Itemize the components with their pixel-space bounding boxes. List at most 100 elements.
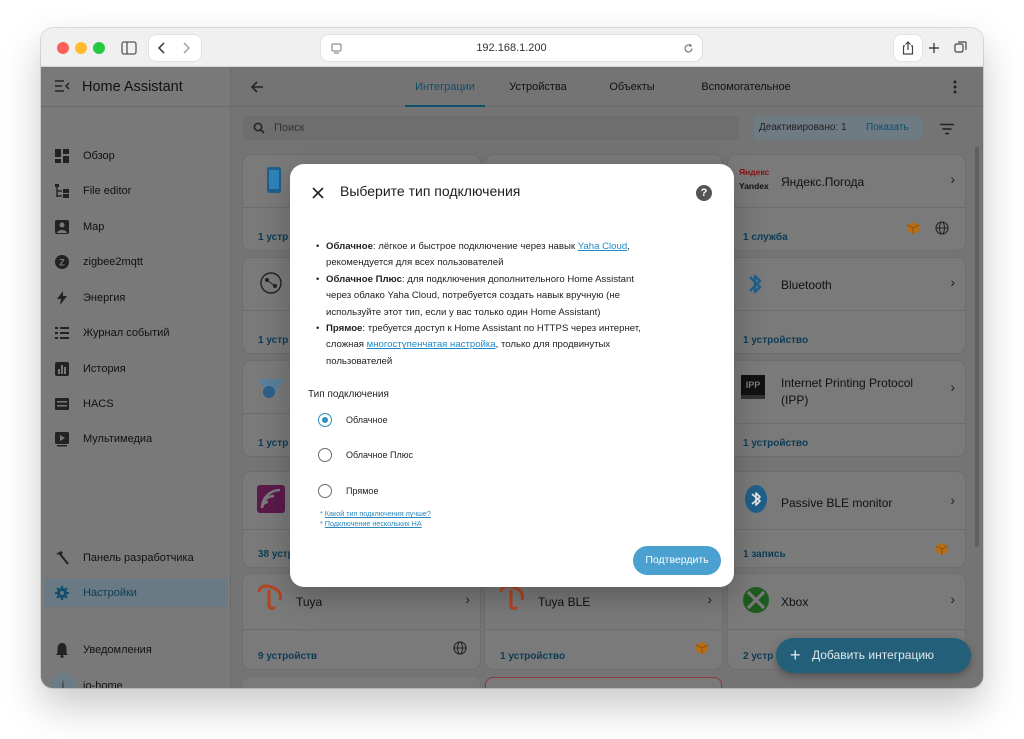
sidebar-item-map[interactable]: Map <box>44 213 228 241</box>
app-title: Home Assistant <box>82 79 183 95</box>
sidebar-item-logbook[interactable]: Журнал событий <box>44 319 228 347</box>
card-footer-link[interactable]: 1 устройство <box>743 438 808 449</box>
bluetooth-badge-icon <box>745 485 767 513</box>
top-bar: Интеграции Устройства Объекты Вспомогате… <box>231 67 983 107</box>
page-settings-icon[interactable] <box>331 35 342 64</box>
more-vertical-icon[interactable] <box>953 80 957 99</box>
chevron-right-icon[interactable]: › <box>950 379 955 395</box>
radio-label-cloud[interactable]: Облачное <box>346 415 387 425</box>
card-footer-link[interactable]: 1 устр <box>258 438 288 449</box>
sidebar-item-zigbee2mqtt[interactable]: Z zigbee2mqtt <box>44 248 228 276</box>
integration-card-ipp[interactable]: IPP Internet Printing Protocol (IPP) › 1… <box>728 361 965 456</box>
radio-direct[interactable] <box>318 484 332 498</box>
close-icon[interactable] <box>312 186 324 204</box>
zoom-window-button[interactable] <box>93 42 105 54</box>
search-input[interactable]: Поиск <box>243 116 739 140</box>
new-tab-icon[interactable] <box>924 35 944 61</box>
integration-card-bluetooth[interactable]: Bluetooth › 1 устройство <box>728 258 965 353</box>
multistep-setup-link[interactable]: многоступенчатая настройка <box>367 339 496 350</box>
tab-integrations[interactable]: Интеграции <box>405 67 485 107</box>
bell-icon <box>56 643 68 658</box>
card-footer-link[interactable]: 1 устройство <box>743 335 808 346</box>
radio-label-cloud-plus[interactable]: Облачное Плюс <box>346 450 413 460</box>
card-footer-link[interactable]: 38 устр <box>258 549 294 560</box>
dialog-title: Выберите тип подключения <box>340 183 521 199</box>
help-icon[interactable]: ? <box>696 185 712 201</box>
radio-label-direct[interactable]: Прямое <box>346 486 378 496</box>
cloud-service-cube-icon <box>906 222 920 234</box>
sidebar-item-settings[interactable]: Настройки <box>44 579 228 607</box>
tab-helpers[interactable]: Вспомогательное <box>696 67 796 107</box>
chevron-right-icon[interactable]: › <box>950 171 955 187</box>
menu-icon[interactable] <box>54 79 70 98</box>
tab-entities[interactable]: Объекты <box>604 67 660 107</box>
browser-toolbar: 192.168.1.200 <box>41 28 983 67</box>
chevron-right-icon[interactable]: › <box>950 492 955 508</box>
hammer-icon <box>56 551 69 565</box>
filter-icon[interactable] <box>940 122 954 140</box>
back-arrow-icon[interactable] <box>157 35 167 62</box>
chevron-right-icon[interactable]: › <box>465 591 470 607</box>
integration-card-passive-ble[interactable]: Passive BLE monitor › 1 запись <box>728 472 965 567</box>
forward-arrow-icon[interactable] <box>181 35 191 62</box>
integration-card-tuya[interactable]: Tuya › 9 устройств <box>243 574 480 669</box>
sidebar-toggle-icon[interactable] <box>117 35 141 61</box>
sidebar-item-hacs[interactable]: HACS <box>44 390 228 418</box>
back-arrow-icon[interactable] <box>250 80 264 99</box>
address-bar[interactable]: 192.168.1.200 <box>321 35 702 61</box>
card-footer-link[interactable]: 1 устр <box>258 335 288 346</box>
sidebar-item-label: Энергия <box>83 292 126 304</box>
history-chart-icon <box>55 362 69 376</box>
connection-types-description: Облачное: лёгкое и быстрое подключение ч… <box>310 239 710 370</box>
card-footer-link[interactable]: 2 устр <box>743 651 773 662</box>
plus-icon: + <box>790 645 801 665</box>
card-title: Tuya <box>296 595 323 609</box>
minimize-window-button[interactable] <box>75 42 87 54</box>
confirm-button[interactable]: Подтвердить <box>633 546 721 575</box>
chevron-right-icon[interactable]: › <box>950 274 955 290</box>
gear-icon <box>55 586 69 600</box>
radio-cloud-plus[interactable] <box>318 448 332 462</box>
integration-card-tuya-ble[interactable]: Tuya BLE › 1 устройство <box>485 574 722 669</box>
mobile-app-icon <box>267 167 281 193</box>
card-footer-link[interactable]: 1 устр <box>258 232 288 243</box>
card-title: Bluetooth <box>781 278 832 292</box>
sidebar-item-dev-tools[interactable]: Панель разработчика <box>44 544 228 572</box>
sidebar-item-label: Панель разработчика <box>83 552 194 564</box>
sidebar-item-file-editor[interactable]: File editor <box>44 177 228 205</box>
sidebar-item-label: Уведомления <box>83 644 152 656</box>
close-window-button[interactable] <box>57 42 69 54</box>
card-footer-link[interactable]: 1 устройство <box>500 651 565 662</box>
add-integration-label: Добавить интеграцию <box>812 648 935 662</box>
sidebar-item-overview[interactable]: Обзор <box>44 142 228 170</box>
sidebar-item-label: Мультимедиа <box>83 433 153 445</box>
help-link-best-type[interactable]: * Какой тип подключения лучше? <box>320 509 431 518</box>
sidebar-item-history[interactable]: История <box>44 355 228 383</box>
avatar: i <box>50 673 76 688</box>
show-deactivated-button[interactable]: Показать <box>866 116 909 140</box>
scrollbar[interactable] <box>975 147 979 547</box>
reload-icon[interactable] <box>683 35 694 64</box>
tab-devices[interactable]: Устройства <box>503 67 573 107</box>
share-icon[interactable] <box>894 35 922 61</box>
yaha-cloud-link[interactable]: Yaha Cloud <box>578 241 627 252</box>
sidebar-item-user[interactable]: i io-home <box>44 672 228 688</box>
card-footer-link[interactable]: 9 устройств <box>258 651 317 662</box>
sidebar-item-notifications[interactable]: Уведомления <box>44 636 228 664</box>
sidebar-item-media[interactable]: Мультимедиа <box>44 425 228 453</box>
help-link-multiple-ha[interactable]: * Подключение нескольких НА <box>320 519 422 528</box>
sidebar-item-label: Обзор <box>83 150 115 162</box>
tab-overview-icon[interactable] <box>949 35 971 61</box>
integration-card[interactable] <box>243 677 480 688</box>
card-footer-link[interactable]: 1 запись <box>743 549 786 560</box>
integration-card-yandex-weather[interactable]: Яндекс Yandex Яндекс.Погода › 1 служба <box>728 155 965 250</box>
sidebar-item-energy[interactable]: Энергия <box>44 284 228 312</box>
url-text: 192.168.1.200 <box>476 42 547 54</box>
integration-card-error[interactable] <box>485 677 722 688</box>
add-integration-button[interactable]: + Добавить интеграцию <box>776 638 971 673</box>
radio-cloud[interactable] <box>318 413 332 427</box>
chevron-right-icon[interactable]: › <box>950 591 955 607</box>
globe-icon <box>453 641 467 655</box>
card-footer-link[interactable]: 1 служба <box>743 232 788 243</box>
chevron-right-icon[interactable]: › <box>707 591 712 607</box>
